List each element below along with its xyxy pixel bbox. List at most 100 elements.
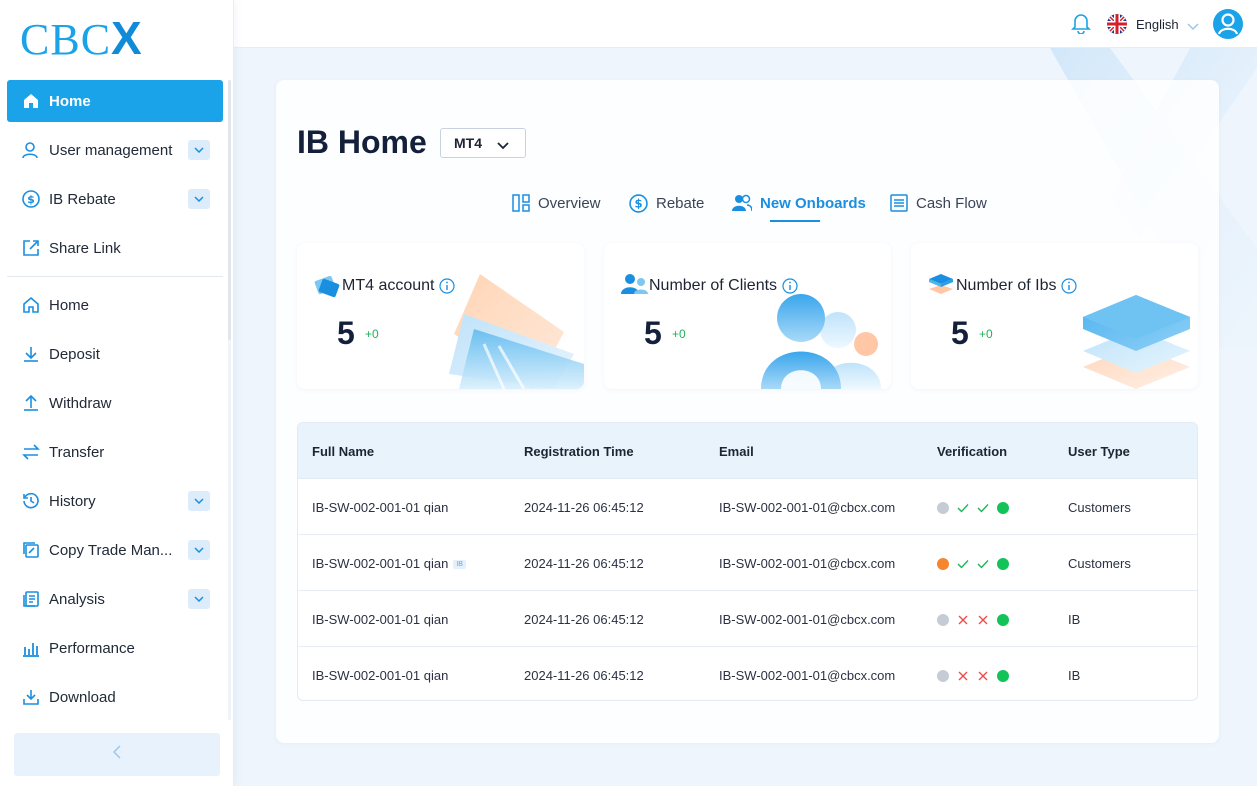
cbcx-logo[interactable]: CBCX	[20, 14, 143, 64]
cell-email: IB-SW-002-001-01@cbcx.com	[719, 612, 896, 627]
active-tab-indicator	[770, 220, 820, 222]
layers-illustration	[1083, 295, 1190, 389]
platform-select[interactable]: MT4	[440, 128, 526, 158]
sidebar-item-label: User management	[49, 141, 173, 159]
svg-text:$: $	[634, 196, 642, 210]
stat-value: 5	[337, 315, 355, 351]
column-header-user-type[interactable]: User Type	[1068, 444, 1130, 459]
status-dot-green	[997, 670, 1009, 682]
people-illustration	[761, 294, 881, 389]
onboards-table: Full Name Registration Time Email Verifi…	[297, 422, 1198, 701]
stat-delta: +0	[672, 327, 686, 341]
home-outline-icon	[21, 295, 41, 315]
chevron-down-icon[interactable]	[1187, 18, 1199, 36]
table-row[interactable]: IB-SW-002-001-01 qian 2024-11-26 06:45:1…	[298, 479, 1197, 535]
dollar-circle-icon: $	[629, 193, 648, 213]
cell-verification	[937, 670, 1009, 682]
top-header: English	[234, 0, 1257, 48]
clients-icon	[621, 273, 649, 300]
sidebar-item-home[interactable]: Home	[7, 284, 223, 326]
chevron-down-icon[interactable]	[188, 540, 210, 560]
sidebar-item-ib-rebate[interactable]: $ IB Rebate	[7, 178, 223, 220]
info-icon[interactable]	[1061, 278, 1078, 294]
tab-cash-flow[interactable]: Cash Flow	[890, 192, 987, 214]
check-icon	[957, 558, 969, 570]
user-icon	[21, 140, 41, 160]
status-dot-grey	[937, 614, 949, 626]
info-icon[interactable]	[782, 278, 798, 294]
chevron-down-icon[interactable]	[188, 140, 210, 160]
user-avatar-icon[interactable]	[1213, 9, 1243, 44]
table-row[interactable]: IB-SW-002-001-01 qian 2024-11-26 06:45:1…	[298, 591, 1197, 647]
notification-bell-icon[interactable]	[1071, 12, 1091, 39]
chevron-down-icon[interactable]	[188, 491, 210, 511]
column-header-registration-time[interactable]: Registration Time	[524, 444, 634, 459]
sidebar-item-copy-trade[interactable]: Copy Trade Man...	[7, 529, 223, 571]
sidebar-item-transfer[interactable]: Transfer	[7, 431, 223, 473]
tab-label: Rebate	[656, 194, 705, 212]
sidebar-item-label: Deposit	[49, 345, 100, 363]
platform-select-value: MT4	[454, 135, 482, 151]
cell-full-name: IB-SW-002-001-01 qian	[312, 500, 449, 515]
cell-registration-time: 2024-11-26 06:45:12	[524, 556, 644, 571]
status-dot-grey	[937, 502, 949, 514]
stat-label: MT4 account	[342, 277, 456, 295]
column-header-verification[interactable]: Verification	[937, 444, 1007, 459]
stat-card-number-of-clients: Number of Clients 5 +0	[604, 243, 891, 389]
uk-flag-icon[interactable]	[1107, 14, 1127, 34]
chevron-down-icon	[497, 137, 509, 153]
chevron-down-icon[interactable]	[188, 589, 210, 609]
check-icon	[977, 558, 989, 570]
tab-rebate[interactable]: $ Rebate	[629, 192, 704, 214]
tab-label: New Onboards	[760, 194, 866, 212]
status-dot-green	[997, 558, 1009, 570]
copy-trade-icon	[21, 540, 41, 560]
sidebar-item-share-link[interactable]: Share Link	[7, 227, 223, 269]
cell-verification	[937, 558, 1009, 570]
stat-delta: +0	[979, 327, 993, 341]
cell-user-type: Customers	[1068, 556, 1131, 571]
sidebar-item-analysis[interactable]: Analysis	[7, 578, 223, 620]
sidebar-item-history[interactable]: History	[7, 480, 223, 522]
cards-illustration	[449, 274, 584, 389]
sidebar-item-user-management[interactable]: User management	[7, 129, 223, 171]
language-selector[interactable]: English	[1136, 17, 1179, 32]
column-header-email[interactable]: Email	[719, 444, 754, 459]
cell-registration-time: 2024-11-26 06:45:12	[524, 668, 644, 683]
stat-value: 5	[644, 315, 662, 351]
sidebar-item-withdraw[interactable]: Withdraw	[7, 382, 223, 424]
stat-card-number-of-ibs: Number of Ibs 5 +0	[911, 243, 1198, 389]
stat-label: Number of Clients	[649, 277, 798, 295]
sidebar-item-home-active[interactable]: Home	[7, 80, 223, 122]
cell-email: IB-SW-002-001-01@cbcx.com	[719, 556, 896, 571]
overview-icon	[512, 194, 530, 212]
cell-full-name: IB-SW-002-001-01 qian	[312, 668, 449, 683]
tab-overview[interactable]: Overview	[512, 192, 601, 214]
page-title: IB Home	[297, 124, 427, 160]
sidebar-item-performance[interactable]: Performance	[7, 627, 223, 669]
stat-card-mt4-account: MT4 account 5 +0	[297, 243, 584, 389]
stat-value: 5	[951, 315, 969, 351]
sidebar-scrollbar-thumb[interactable]	[228, 80, 231, 340]
layers-icon	[928, 273, 954, 300]
chevron-down-icon[interactable]	[188, 189, 210, 209]
cell-full-name: IB-SW-002-001-01 qian	[312, 612, 449, 627]
analysis-icon	[21, 589, 41, 609]
stat-label: Number of Ibs	[956, 277, 1078, 295]
sidebar-item-label: Home	[49, 92, 91, 110]
sidebar-item-label: Withdraw	[49, 394, 112, 412]
column-header-full-name[interactable]: Full Name	[312, 444, 374, 459]
cross-icon	[957, 670, 969, 682]
sidebar-divider	[7, 276, 223, 277]
collapse-sidebar-button[interactable]	[14, 733, 220, 776]
sidebar-item-deposit[interactable]: Deposit	[7, 333, 223, 375]
share-link-icon	[21, 238, 41, 258]
cell-registration-time: 2024-11-26 06:45:12	[524, 612, 644, 627]
table-row[interactable]: IB-SW-002-001-01 qian IB 2024-11-26 06:45…	[298, 535, 1197, 591]
sidebar-item-label: History	[49, 492, 96, 510]
cell-full-name: IB-SW-002-001-01 qian IB	[312, 556, 466, 571]
table-row[interactable]: IB-SW-002-001-01 qian 2024-11-26 06:45:1…	[298, 647, 1197, 700]
cell-verification	[937, 502, 1009, 514]
tab-new-onboards[interactable]: New Onboards	[732, 192, 866, 214]
sidebar-item-download[interactable]: Download	[7, 676, 223, 718]
